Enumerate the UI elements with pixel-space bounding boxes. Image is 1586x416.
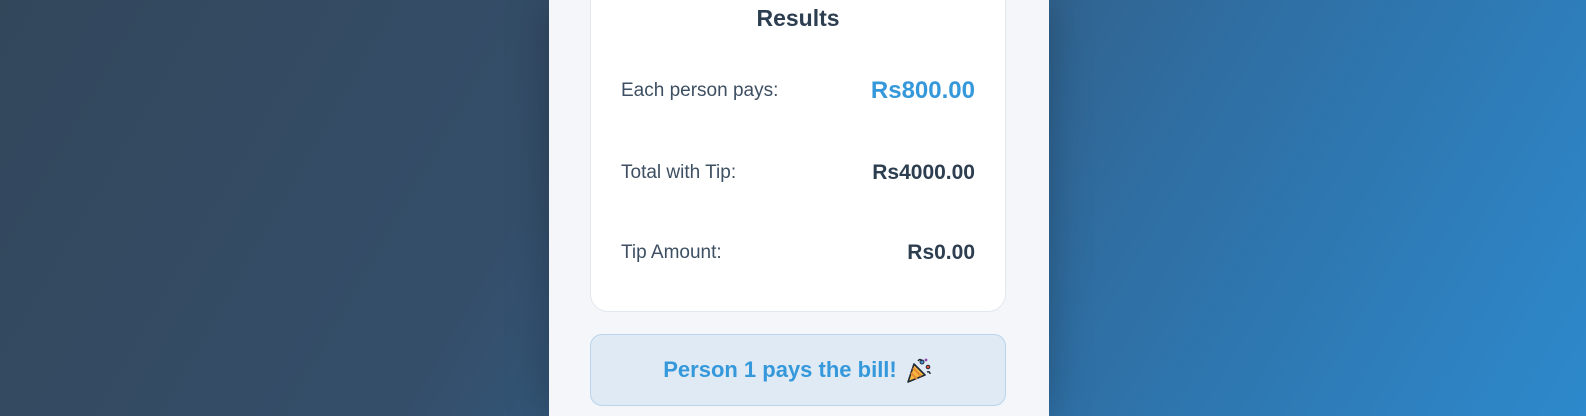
result-row-tip: Tip Amount: Rs0.00 <box>621 233 975 273</box>
party-popper-icon <box>905 356 933 384</box>
results-title: Results <box>756 5 840 31</box>
result-row-per-person: Each person pays: Rs800.00 <box>621 71 975 111</box>
total-with-tip-label: Total with Tip: <box>621 162 737 183</box>
tip-amount-label: Tip Amount: <box>621 242 722 263</box>
payer-banner: Person 1 pays the bill! <box>590 334 1006 406</box>
bill-splitter-panel: Results Each person pays: Rs800.00 Total… <box>549 0 1049 416</box>
per-person-label: Each person pays: <box>621 80 779 101</box>
result-row-total: Total with Tip: Rs4000.00 <box>621 153 975 193</box>
payer-message: Person 1 pays the bill! <box>663 357 897 382</box>
total-with-tip-value: Rs4000.00 <box>872 161 975 184</box>
results-card: Results Each person pays: Rs800.00 Total… <box>590 0 1006 312</box>
tip-amount-value: Rs0.00 <box>907 241 975 264</box>
per-person-value: Rs800.00 <box>870 77 975 104</box>
